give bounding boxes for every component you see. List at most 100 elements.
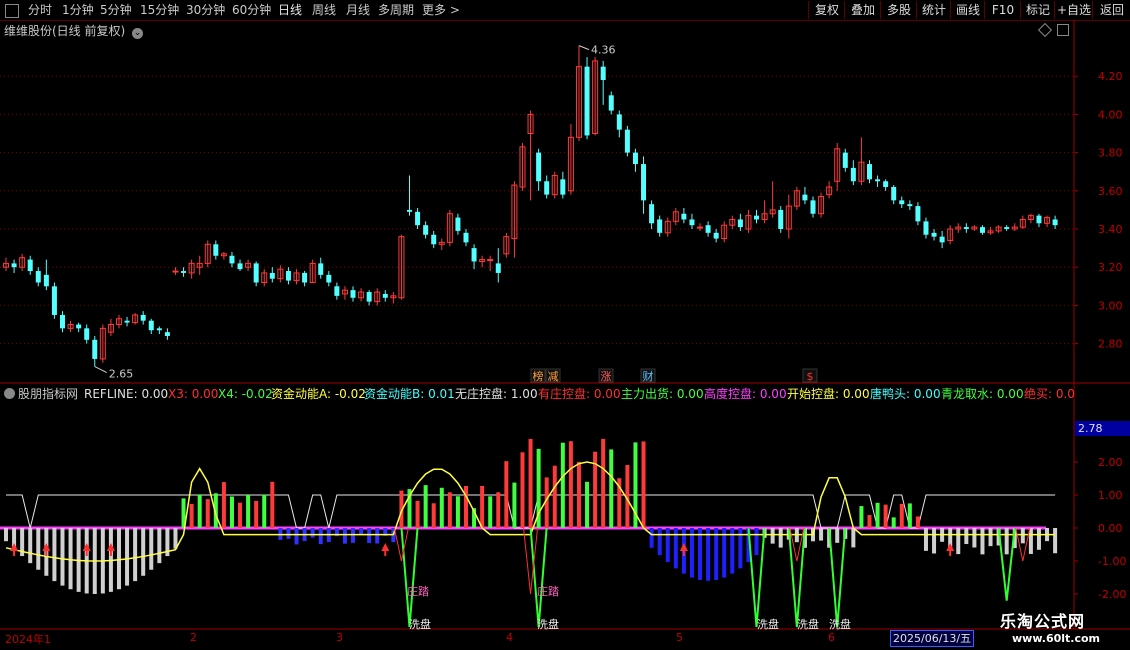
price-label-2: 3.80 (1098, 147, 1123, 160)
legend-item-12: 绝买: 0.00 (1024, 387, 1076, 401)
histogram-bar (141, 528, 146, 576)
legend-item-1: X3: 0.00 (168, 387, 219, 401)
histogram-bar (1036, 528, 1041, 550)
histogram-bar (714, 528, 719, 580)
candle-body (689, 219, 695, 226)
up-arrow-icon-4 (381, 543, 390, 551)
candle-body (463, 232, 469, 243)
wash-label-0: 洗盘 (409, 617, 431, 631)
candle-body (172, 270, 179, 273)
candle-body (899, 200, 905, 205)
histogram-bar (149, 528, 154, 570)
histogram-bar (560, 442, 565, 528)
event-tag-0: 榜 (533, 369, 544, 383)
histogram-bar (157, 528, 162, 564)
price-label-6: 3.00 (1098, 299, 1123, 312)
candle-body (681, 213, 687, 220)
histogram-bar (1020, 528, 1025, 544)
candle-body (350, 290, 356, 298)
up-arrow-icon-6 (946, 543, 955, 551)
histogram-bar (891, 517, 896, 528)
histogram-bar (496, 492, 501, 528)
tag-label-1: 庄踏 (537, 584, 559, 598)
histogram-bar (262, 494, 267, 528)
candle-body (253, 263, 259, 283)
wash-label-1: 洗盘 (537, 617, 559, 631)
histogram-bar (342, 528, 347, 544)
date-box: 2025/06/13/五 (890, 630, 975, 647)
event-tag-2: 涨 (601, 370, 612, 383)
histogram-bar (197, 494, 202, 528)
candle-body (632, 152, 638, 165)
histogram-bar (568, 441, 573, 528)
histogram-bar (286, 528, 291, 539)
up-arrow-icon-5 (679, 543, 688, 551)
indicator-name[interactable]: 股朋指标网 (18, 387, 78, 401)
histogram-bar (601, 438, 606, 528)
candle-body (76, 324, 82, 329)
histogram-bar (851, 528, 856, 548)
histogram-bar (238, 502, 243, 528)
histogram-bar (512, 482, 517, 528)
legend-item-4: 资金动能B: 0.01 (364, 387, 455, 401)
event-tag-3: 财 (643, 369, 654, 383)
time-label-0: 2024年1 (5, 633, 51, 646)
candle-body (875, 179, 881, 182)
histogram-bar (932, 528, 937, 554)
candle-body (842, 152, 848, 168)
candle-body (1004, 227, 1010, 230)
candle-body (778, 209, 784, 230)
histogram-bar (318, 528, 323, 545)
candle-body (43, 274, 49, 287)
wash-label-4: 洗盘 (829, 617, 851, 631)
candle-body (649, 204, 655, 224)
histogram-bar (867, 515, 872, 528)
histogram-bar (706, 528, 711, 581)
candle-body (697, 226, 704, 229)
candle-body (27, 259, 33, 272)
candle-body (407, 209, 412, 212)
candle-body (923, 221, 929, 235)
histogram-bar (980, 528, 985, 555)
event-tag-4: $ (807, 370, 814, 383)
histogram-bar (576, 461, 581, 528)
watermark-title: 乐淘公式网 (1000, 612, 1086, 631)
candle-body (51, 286, 57, 315)
chart-canvas: 4.20 4.00 3.80 3.60 3.40 3.20 3.00 2.80 4.36 2.65… (0, 20, 1130, 631)
histogram-bar (899, 503, 904, 528)
candle-body (124, 320, 130, 323)
candle-body (11, 263, 17, 268)
histogram-bar (1053, 528, 1058, 554)
candle-body (624, 129, 630, 153)
time-label-2: 3 (336, 631, 343, 644)
candle-body (657, 219, 663, 233)
histogram-bar (689, 528, 694, 578)
legend-item-3: 资金动能A: -0.02 (271, 387, 366, 401)
candle-body (979, 227, 985, 233)
histogram-bar (552, 465, 557, 528)
candle-body (181, 271, 187, 273)
legend-item-2: X4: -0.02 (218, 387, 273, 401)
candle-body (931, 232, 937, 237)
candle-body (237, 263, 243, 270)
histogram-bar (875, 502, 880, 528)
candle-body (536, 152, 542, 182)
histogram-bar (189, 503, 194, 528)
legend-item-0: REFLINE: 0.00 (84, 387, 169, 401)
histogram-bar (351, 528, 356, 543)
histogram-bar (504, 461, 509, 528)
candle-body (1052, 219, 1058, 226)
candle-body (471, 248, 477, 262)
candle-body (156, 328, 162, 331)
indicator-menu-icon[interactable] (4, 388, 15, 399)
time-label-4: 5 (676, 631, 683, 644)
up-arrow-icon-3 (106, 543, 115, 551)
price-label-0: 4.20 (1098, 70, 1123, 83)
histogram-bar (778, 528, 783, 548)
wash-spike-1 (529, 527, 548, 628)
candle-body (850, 167, 856, 182)
candle-body (891, 186, 897, 201)
candle-body (455, 217, 461, 231)
candle-body (431, 234, 437, 245)
high-pointer (578, 45, 590, 51)
